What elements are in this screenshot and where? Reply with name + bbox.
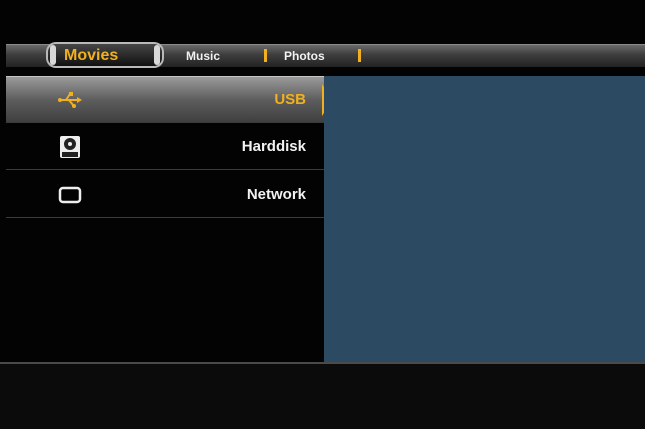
harddisk-icon — [60, 136, 80, 158]
divider — [6, 169, 324, 170]
tab-photos[interactable]: Photos — [284, 45, 325, 67]
source-item-label: USB — [274, 91, 306, 108]
divider — [6, 217, 324, 218]
media-player-screen: Movies Music Photos USB Harddisk Network — [0, 0, 645, 429]
tab-movies-label: Movies — [64, 47, 119, 64]
source-item-harddisk[interactable]: Harddisk — [6, 124, 324, 170]
source-item-usb[interactable]: USB — [6, 76, 324, 123]
tab-movies[interactable]: Movies — [46, 42, 164, 68]
source-list: USB Harddisk Network — [6, 74, 324, 364]
source-item-label: Harddisk — [241, 138, 306, 155]
tab-cap-left — [50, 45, 56, 65]
tab-photos-label: Photos — [284, 49, 325, 63]
tab-music-label: Music — [186, 49, 221, 63]
preview-panel — [324, 76, 645, 362]
status-bar — [0, 364, 645, 429]
category-tab-bar: Movies Music Photos — [6, 42, 645, 68]
tab-cap-right — [154, 45, 160, 65]
source-item-label: Network — [246, 186, 306, 203]
source-item-network[interactable]: Network — [6, 172, 324, 218]
tab-music[interactable]: Music — [186, 45, 220, 67]
tab-separator — [358, 49, 361, 62]
usb-icon — [58, 92, 82, 108]
network-icon — [58, 186, 82, 204]
divider — [6, 122, 324, 123]
tab-separator — [264, 49, 267, 62]
